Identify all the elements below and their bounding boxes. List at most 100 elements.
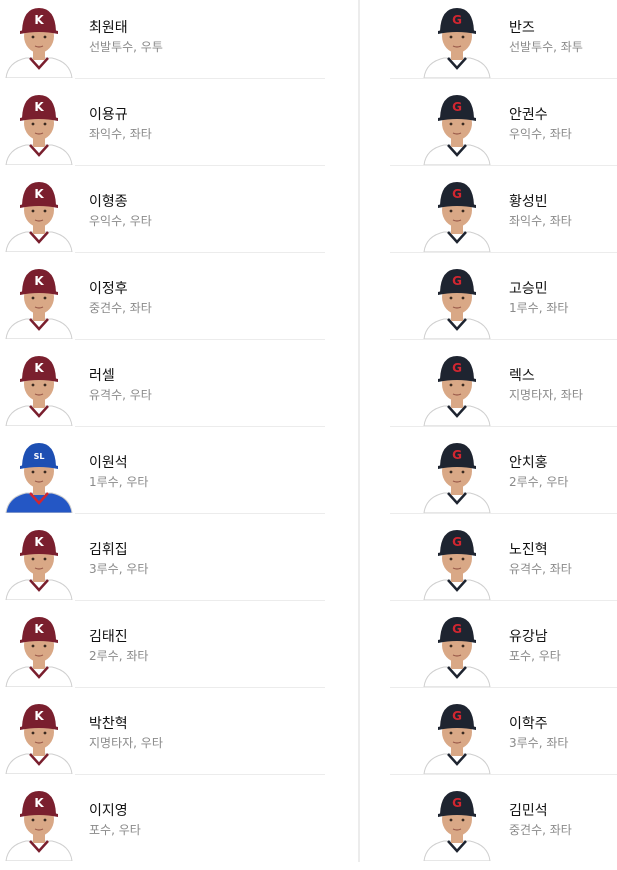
player-row[interactable]: K 이지영포수, 우타	[0, 783, 300, 870]
player-position: 중견수, 좌타	[89, 301, 152, 315]
kiwoom-cap-icon: K	[5, 704, 73, 774]
player-row[interactable]: G 노진혁 유격수, 좌타	[390, 522, 617, 609]
player-row[interactable]: K 박찬혁지명타자, 우타	[0, 696, 325, 783]
svg-text:G: G	[452, 448, 462, 462]
player-row[interactable]: G 안치홍 2루수, 우타	[390, 435, 617, 522]
player-position: 선발투수, 우투	[89, 40, 163, 54]
player-photo: K	[4, 4, 74, 78]
giants-cap-icon: G	[423, 617, 491, 687]
player-name: 김민석	[509, 803, 548, 819]
player-photo: K	[4, 787, 74, 861]
kiwoom-cap-icon: K	[5, 617, 73, 687]
player-row[interactable]: SL 이원석 1루수, 우타	[0, 435, 325, 522]
row-divider	[75, 513, 325, 514]
svg-text:K: K	[34, 622, 44, 636]
row-divider	[75, 78, 325, 79]
svg-text:K: K	[34, 535, 44, 549]
player-row[interactable]: K 김태진 2루수, 좌타	[0, 609, 325, 696]
player-row[interactable]: G 이학주 3루수, 좌타	[390, 696, 617, 783]
player-name: 러셀	[89, 368, 115, 384]
player-position: 좌익수, 좌타	[509, 214, 572, 228]
player-photo: K	[4, 178, 74, 252]
svg-text:K: K	[34, 361, 44, 375]
row-divider	[75, 252, 325, 253]
row-divider	[75, 165, 325, 166]
giants-cap-icon: G	[423, 95, 491, 165]
player-row[interactable]: G 김민석중견수, 좌타	[390, 783, 617, 870]
player-name: 이지영	[89, 803, 128, 819]
player-position: 우익수, 좌타	[509, 127, 572, 141]
player-name: 김태진	[89, 629, 128, 645]
player-position: 유격수, 우타	[89, 388, 152, 402]
player-photo: K	[4, 700, 74, 774]
player-position: 선발투수, 좌투	[509, 40, 583, 54]
player-row[interactable]: G 황성빈 좌익수, 좌타	[390, 174, 617, 261]
row-divider	[390, 513, 617, 514]
player-photo: G	[422, 352, 492, 426]
player-position: 2루수, 좌타	[89, 649, 149, 663]
svg-text:G: G	[452, 622, 462, 636]
giants-cap-icon: G	[423, 8, 491, 78]
player-row[interactable]: K 이용규 좌익수, 좌타	[0, 87, 325, 174]
player-position: 1루수, 우타	[89, 475, 149, 489]
row-divider	[390, 252, 617, 253]
player-name: 최원태	[89, 20, 128, 36]
column-divider	[358, 0, 360, 862]
player-row[interactable]: G 렉스 지명타자, 좌타	[390, 348, 617, 435]
player-row[interactable]: G 유강남 포수, 우타	[390, 609, 617, 696]
player-position: 3루수, 우타	[89, 562, 149, 576]
player-row[interactable]: K 김휘집 3루수, 우타	[0, 522, 325, 609]
player-photo: G	[422, 526, 492, 600]
player-name: 노진혁	[509, 542, 548, 558]
row-divider	[390, 165, 617, 166]
kiwoom-cap-icon: K	[5, 530, 73, 600]
kiwoom-cap-icon: K	[5, 791, 73, 861]
giants-cap-icon: G	[423, 356, 491, 426]
giants-cap-icon: G	[423, 269, 491, 339]
player-position: 중견수, 좌타	[509, 823, 572, 837]
player-name: 이용규	[89, 107, 128, 123]
player-row[interactable]: G 고승민 1루수, 좌타	[390, 261, 617, 348]
svg-text:K: K	[34, 274, 44, 288]
player-name: 이정후	[89, 281, 128, 297]
player-position: 3루수, 좌타	[509, 736, 569, 750]
row-divider	[390, 600, 617, 601]
player-row[interactable]: K 최원태선발투수, 우투	[0, 0, 325, 87]
player-position: 지명타자, 우타	[89, 736, 163, 750]
player-row[interactable]: G 안권수우익수, 좌타	[390, 87, 617, 174]
blue-cap-icon: SL	[5, 443, 73, 513]
kiwoom-cap-icon: K	[5, 356, 73, 426]
svg-text:K: K	[34, 796, 44, 810]
svg-text:SL: SL	[34, 452, 45, 461]
row-divider	[390, 78, 617, 79]
giants-cap-icon: G	[423, 791, 491, 861]
player-photo: G	[422, 178, 492, 252]
player-row[interactable]: K 러셀유격수, 우타	[0, 348, 325, 435]
player-position: 우익수, 우타	[89, 214, 152, 228]
player-position: 포수, 우타	[509, 649, 561, 663]
player-position: 1루수, 좌타	[509, 301, 569, 315]
player-row[interactable]: K 이형종우익수, 우타	[0, 174, 325, 261]
player-position: 포수, 우타	[89, 823, 141, 837]
player-row[interactable]: K 이정후중견수, 좌타	[0, 261, 325, 348]
svg-text:G: G	[452, 796, 462, 810]
player-position: 좌익수, 좌타	[89, 127, 152, 141]
player-row[interactable]: G 반즈 선발투수, 좌투	[390, 0, 617, 87]
player-photo: G	[422, 91, 492, 165]
player-photo: G	[422, 700, 492, 774]
player-name: 이학주	[509, 716, 548, 732]
giants-cap-icon: G	[423, 443, 491, 513]
player-name: 안치홍	[509, 455, 548, 471]
player-position: 2루수, 우타	[509, 475, 569, 489]
row-divider	[390, 687, 617, 688]
player-name: 안권수	[509, 107, 548, 123]
player-photo: K	[4, 613, 74, 687]
player-photo: G	[422, 4, 492, 78]
player-photo: G	[422, 265, 492, 339]
svg-text:K: K	[34, 709, 44, 723]
player-name: 이형종	[89, 194, 128, 210]
row-divider	[390, 774, 617, 775]
row-divider	[75, 339, 325, 340]
row-divider	[75, 687, 325, 688]
player-name: 박찬혁	[89, 716, 128, 732]
